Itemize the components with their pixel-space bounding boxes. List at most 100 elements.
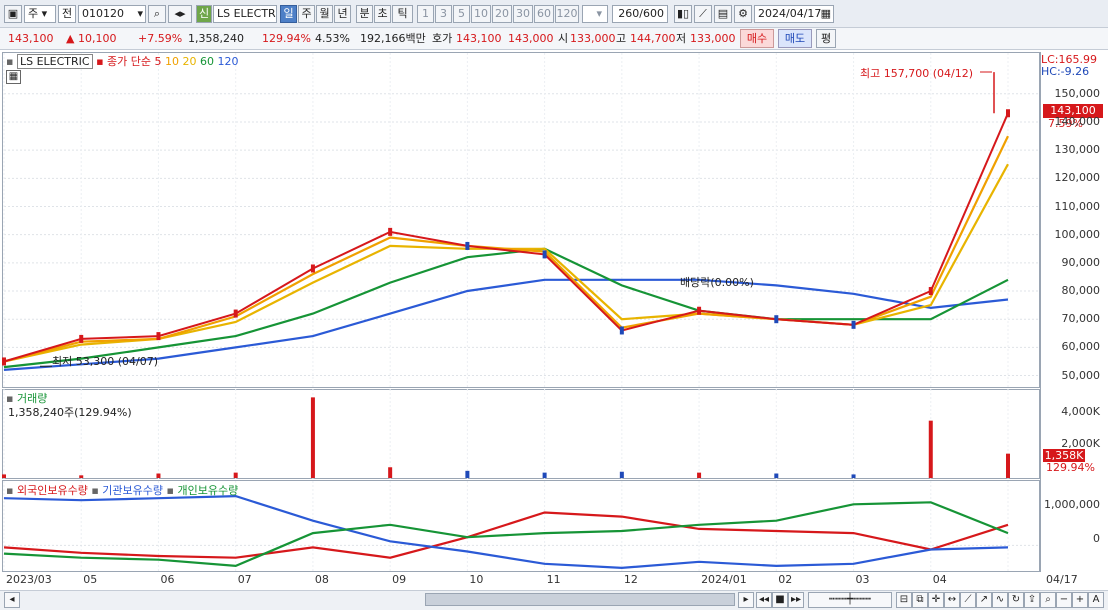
holding-bullet-icon: ▪	[6, 484, 14, 497]
price-candle	[388, 227, 393, 236]
share-icon[interactable]: ⇪	[1024, 592, 1040, 608]
price-tick-label: 60,000	[1061, 340, 1101, 354]
volume-bar	[233, 472, 238, 478]
holding-line-1	[3, 494, 1009, 570]
copy-icon[interactable]: ⧉	[912, 592, 928, 608]
price-tick-label: 90,000	[1061, 255, 1101, 269]
price-tick-label: 80,000	[1061, 284, 1101, 298]
price-tick-label: 110,000	[1054, 199, 1101, 213]
volume-bar	[619, 471, 624, 478]
legend-ma20: 20	[182, 55, 197, 68]
price-candle	[619, 326, 624, 335]
stop-icon[interactable]: ■	[772, 592, 788, 608]
x-axis-label: 12	[623, 573, 638, 586]
price-tick-label: 130,000	[1054, 143, 1101, 157]
volume-bar	[2, 474, 6, 478]
low-marker-label: 최저 53,300 (04/07)	[52, 355, 159, 368]
price-tick-label: 100,000	[1054, 227, 1101, 241]
x-axis-label: 06	[160, 573, 175, 586]
price-tick-label: 70,000	[1061, 312, 1101, 326]
x-axis-label: 03	[855, 573, 870, 586]
zoom-slider[interactable]: ┅┅┅┿┅┅┅	[808, 592, 892, 608]
x-axis-label: 10	[469, 573, 484, 586]
font-size-icon[interactable]: A	[1088, 592, 1104, 608]
holding-bullet-icon-3: ▪	[166, 484, 174, 497]
scroll-thumb[interactable]	[425, 593, 735, 606]
holding-legend: ▪ 외국인보유수량 ▪ 기관보유수량 ▪ 개인보유수량	[6, 482, 238, 498]
zoom-out-icon[interactable]: −	[1056, 592, 1072, 608]
x-axis-label: 2024/01	[701, 573, 747, 586]
price-legend: ▪ LS ELECTRIC ▪ 종가 단순 5 10 20 60 120	[6, 53, 239, 69]
price-candle	[233, 309, 238, 318]
range-icon[interactable]: ↔	[944, 592, 960, 608]
volume-bar	[928, 420, 933, 478]
chart-canvas[interactable]	[0, 0, 1108, 611]
volume-bar	[851, 474, 856, 478]
volume-bar	[388, 467, 393, 478]
ma-line-60	[3, 247, 1009, 369]
price-tick-label: 50,000	[1061, 368, 1101, 382]
rewind-icon[interactable]: ◂◂	[756, 592, 772, 608]
price-candle	[2, 357, 6, 366]
scroll-left-icon[interactable]: ◂	[4, 592, 20, 608]
volume-bar	[79, 475, 84, 478]
x-axis-label: 08	[314, 573, 329, 586]
play-icon[interactable]: ▸▸	[788, 592, 804, 608]
legend-individual: 개인보유수량	[177, 484, 239, 497]
volume-bar	[310, 397, 315, 478]
hc-label: HC:-9.26	[1041, 65, 1090, 78]
zoom-in-icon[interactable]: +	[1072, 592, 1088, 608]
x-axis-label: 02	[778, 573, 793, 586]
volume-bar	[774, 473, 779, 478]
x-axis-label: 09	[392, 573, 407, 586]
price-candle	[156, 332, 161, 341]
dividend-label: 배당락(0.00%)	[680, 276, 754, 289]
legend-ma120: 120	[217, 55, 239, 68]
volume-bar	[1006, 453, 1010, 478]
fit-icon[interactable]: ⊟	[896, 592, 912, 608]
x-axis-label: 2023/03	[6, 573, 52, 586]
high-marker-label: 최고 157,700 (04/12)	[860, 67, 974, 80]
crosshair-icon[interactable]: ✛	[928, 592, 944, 608]
volume-bar	[697, 472, 702, 478]
volume-bar	[156, 473, 161, 478]
price-candle	[928, 287, 933, 296]
holding-bullet-icon-2: ▪	[91, 484, 99, 497]
legend-ma5: 종가 단순 5	[107, 55, 162, 68]
legend-institution: 기관보유수량	[102, 484, 164, 497]
magnifier-icon[interactable]: ⌕	[1040, 592, 1056, 608]
legend-ma5-icon: ▪	[96, 55, 104, 68]
price-candle	[465, 241, 470, 250]
legend-ma60: 60	[200, 55, 215, 68]
x-axis-label: 04	[932, 573, 947, 586]
price-tick-label: 140,000	[1054, 114, 1101, 128]
x-axis-label: 04/17	[1046, 573, 1078, 586]
x-axis-label: 05	[83, 573, 98, 586]
chart-line-icon[interactable]: ∿	[992, 592, 1008, 608]
trend-icon[interactable]: ⟋	[960, 592, 976, 608]
holding-tick-1m: 1,000,000	[1044, 498, 1100, 511]
x-axis-label: 11	[546, 573, 561, 586]
holding-tick-0: 0	[1093, 532, 1100, 545]
volume-tick-4000k: 4,000K	[1061, 405, 1100, 418]
price-candle	[542, 250, 547, 259]
stock-title: LS ELECTRIC	[16, 54, 93, 69]
legend-bullet-icon: ▪	[6, 55, 14, 68]
table-toggle-icon[interactable]: ▦	[6, 70, 21, 84]
ma-line-10	[3, 135, 1009, 363]
price-candle	[79, 334, 84, 343]
arrow-icon[interactable]: ↗	[976, 592, 992, 608]
volume-bar	[465, 470, 470, 478]
volume-tag-pct: 129.94%	[1046, 461, 1095, 474]
price-tick-label: 120,000	[1054, 171, 1101, 185]
volume-value-text: 1,358,240주(129.94%)	[8, 406, 132, 419]
price-candle	[774, 315, 779, 324]
legend-foreign: 외국인보유수량	[16, 484, 88, 497]
price-candle	[310, 264, 315, 273]
price-tick-label: 150,000	[1054, 86, 1101, 100]
refresh-icon[interactable]: ↻	[1008, 592, 1024, 608]
scroll-right-icon[interactable]: ▸	[738, 592, 754, 608]
price-candle	[851, 320, 856, 329]
volume-bar	[542, 472, 547, 478]
x-axis-label: 07	[237, 573, 252, 586]
